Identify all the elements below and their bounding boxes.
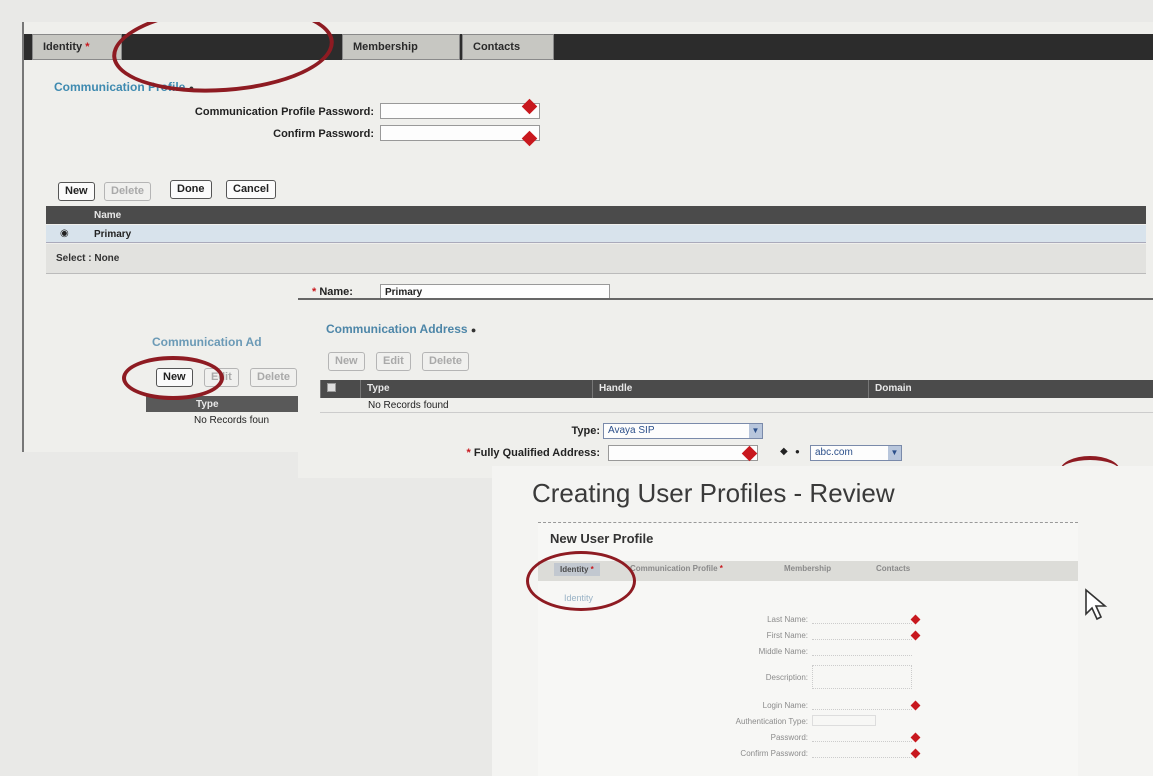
new-user-profile-card: New User Profile Identity * Communicatio… — [526, 522, 1078, 776]
description-label: Description: — [765, 673, 808, 682]
required-icon — [910, 630, 921, 641]
page-title: Creating User Profiles - Review — [532, 478, 895, 508]
mouse-pointer-icon — [1085, 588, 1108, 621]
column-header-handle: Handle — [592, 380, 868, 398]
select-all-checkbox[interactable] — [320, 380, 360, 398]
type-select[interactable]: Avaya SIP ▼ — [603, 423, 763, 439]
required-icon — [910, 732, 921, 743]
password-label: Password: — [770, 733, 808, 742]
delete-button[interactable]: Delete — [104, 182, 152, 201]
separator-icon: ◆ — [780, 446, 788, 457]
last-name-label: Last Name: — [767, 615, 808, 624]
communication-address-panel: Communication Address ● New Edit Delete … — [298, 298, 1153, 478]
delete-address-button[interactable]: Delete — [250, 368, 298, 387]
column-header-type: Type — [360, 380, 592, 398]
required-icon — [910, 614, 921, 625]
last-name-field[interactable] — [812, 613, 912, 624]
tab-contacts[interactable]: Contacts — [462, 34, 554, 60]
required-asterisk: * — [466, 447, 471, 459]
login-name-field[interactable] — [812, 699, 912, 710]
tab-membership[interactable]: Membership — [342, 34, 460, 60]
login-name-label: Login Name: — [762, 701, 808, 710]
name-field-row: * Name: — [312, 286, 353, 298]
column-header-name: Name — [94, 210, 122, 221]
confirm-password-field[interactable] — [380, 125, 540, 141]
chevron-down-icon[interactable]: ▼ — [888, 446, 901, 460]
confirm-password-field[interactable] — [812, 747, 912, 758]
password-label: Communication Profile Password: — [194, 106, 374, 118]
help-bullet-icon: ● — [795, 447, 800, 456]
tab-membership[interactable]: Membership — [784, 564, 831, 573]
fqa-label-row: * Fully Qualified Address: — [466, 447, 600, 459]
cancel-button[interactable]: Cancel — [226, 180, 277, 199]
tab-identity[interactable]: Identity * — [32, 34, 122, 60]
middle-name-field[interactable] — [812, 645, 912, 656]
help-bullet-icon: ● — [470, 325, 477, 335]
done-button[interactable]: Done — [170, 180, 212, 199]
first-name-label: First Name: — [766, 631, 808, 640]
address-grid-header: Type Handle Domain — [320, 380, 1153, 398]
password-field[interactable] — [812, 731, 912, 742]
authentication-type-select[interactable] — [812, 715, 876, 726]
annotation-circle — [526, 551, 636, 611]
description-field[interactable] — [812, 665, 912, 689]
radio-selected-icon[interactable]: ◉ — [60, 228, 69, 239]
required-icon — [910, 700, 921, 711]
review-slide: Creating User Profiles - Review New User… — [492, 466, 1153, 776]
section-title-communication-address: Communication Address ● — [326, 322, 477, 336]
type-label: Type: — [571, 425, 600, 437]
password-field[interactable] — [380, 103, 540, 119]
domain-select[interactable]: abc.com ▼ — [810, 445, 902, 461]
address-grid-empty: No Records foun — [194, 415, 270, 426]
handle-input[interactable] — [608, 445, 758, 461]
required-asterisk: * — [312, 286, 317, 298]
edit-button[interactable]: Edit — [376, 352, 411, 371]
card-title: New User Profile — [550, 531, 654, 546]
delete-button[interactable]: Delete — [422, 352, 470, 371]
required-asterisk: * — [85, 41, 90, 53]
authentication-type-label: Authentication Type: — [735, 717, 808, 726]
new-button[interactable]: New — [58, 182, 95, 201]
new-button[interactable]: New — [328, 352, 365, 371]
select-none-text: Select : None — [56, 253, 120, 264]
chevron-down-icon[interactable]: ▼ — [749, 424, 762, 438]
required-icon — [910, 748, 921, 759]
first-name-field[interactable] — [812, 629, 912, 640]
tab-contacts[interactable]: Contacts — [876, 564, 910, 573]
address-grid-empty: No Records found — [320, 399, 1153, 413]
column-header-type: Type — [196, 399, 219, 410]
communication-address-title: Communication Ad — [152, 335, 262, 349]
profiles-grid-header: Name — [46, 206, 1146, 224]
tab-communication-profile[interactable]: Communication Profile * — [630, 564, 723, 573]
middle-name-label: Middle Name: — [758, 647, 808, 656]
confirm-password-label: Confirm Password: — [273, 128, 374, 140]
column-header-domain: Domain — [868, 380, 1153, 398]
profiles-grid-row[interactable]: ◉ Primary — [46, 225, 1146, 243]
name-label: Name: — [319, 286, 353, 298]
grid-footer: Select : None — [46, 244, 1146, 274]
annotation-circle — [122, 356, 224, 400]
confirm-password-label: Confirm Password: — [740, 749, 808, 758]
